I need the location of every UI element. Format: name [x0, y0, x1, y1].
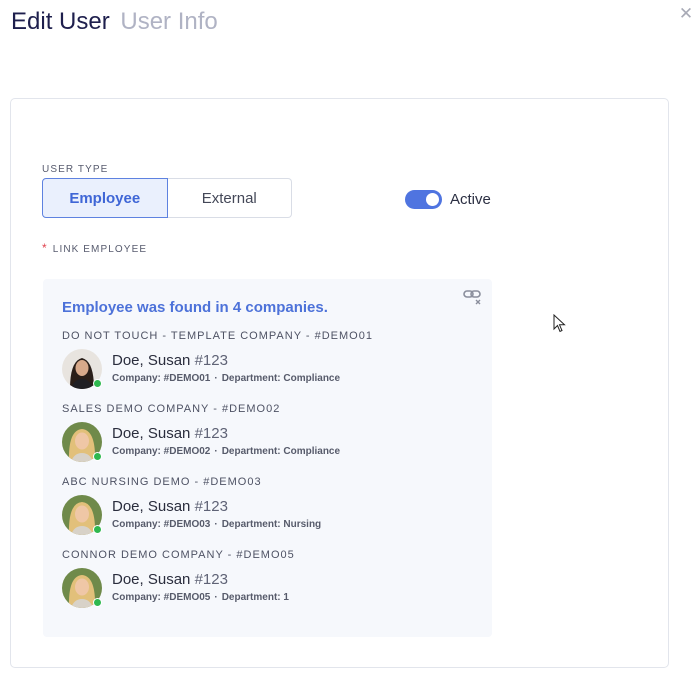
user-form-card: USER TYPE Employee External Active * LINK… — [10, 98, 669, 668]
company-label: ABC NURSING DEMO - #DEMO03 — [62, 476, 262, 488]
mouse-cursor-icon — [553, 314, 566, 333]
active-toggle-label: Active — [450, 191, 491, 208]
employee-name: Doe, Susan #123 — [112, 425, 228, 442]
employee-result-item[interactable]: Doe, Susan #123 Company: #DEMO05 · Departm… — [62, 568, 472, 610]
page-title-sub: User Info — [120, 8, 218, 35]
employee-result-item[interactable]: Doe, Susan #123 Company: #DEMO03 · Departm… — [62, 495, 472, 537]
status-online-dot — [93, 525, 102, 534]
employee-meta: Company: #DEMO03 · Department: Nursing — [112, 519, 322, 530]
company-label: DO NOT TOUCH - TEMPLATE COMPANY - #DEMO0… — [62, 330, 373, 342]
user-type-label: USER TYPE — [42, 164, 109, 175]
page-title-main: Edit User — [11, 8, 110, 35]
page-title: Edit User User Info — [11, 6, 218, 38]
employee-name: Doe, Susan #123 — [112, 571, 228, 588]
unlink-icon[interactable] — [462, 288, 484, 306]
close-icon[interactable]: ✕ — [676, 4, 696, 24]
status-online-dot — [93, 598, 102, 607]
status-online-dot — [93, 379, 102, 388]
user-type-employee-button[interactable]: Employee — [42, 178, 168, 218]
link-employee-label: * LINK EMPLOYEE — [42, 241, 147, 255]
active-toggle[interactable] — [405, 190, 442, 209]
user-type-external-button[interactable]: External — [167, 178, 292, 218]
employee-result-item[interactable]: Doe, Susan #123 Company: #DEMO01 · Departm… — [62, 349, 472, 391]
employee-meta: Company: #DEMO02 · Department: Compliance — [112, 446, 341, 457]
active-toggle-knob — [426, 193, 439, 206]
required-marker: * — [42, 241, 48, 255]
link-employee-label-text: LINK EMPLOYEE — [52, 244, 148, 255]
employee-name: Doe, Susan #123 — [112, 352, 228, 369]
status-online-dot — [93, 452, 102, 461]
company-label: CONNOR DEMO COMPANY - #DEMO05 — [62, 549, 295, 561]
user-type-segmented-control: Employee External — [42, 178, 292, 218]
company-label: SALES DEMO COMPANY - #DEMO02 — [62, 403, 281, 415]
employee-name: Doe, Susan #123 — [112, 498, 228, 515]
employee-meta: Company: #DEMO05 · Department: 1 — [112, 592, 289, 603]
employee-match-panel: Employee was found in 4 companies. DO NO… — [43, 279, 492, 637]
employee-result-item[interactable]: Doe, Susan #123 Company: #DEMO02 · Departm… — [62, 422, 472, 464]
found-message: Employee was found in 4 companies. — [62, 299, 328, 316]
employee-meta: Company: #DEMO01 · Department: Compliance — [112, 373, 341, 384]
